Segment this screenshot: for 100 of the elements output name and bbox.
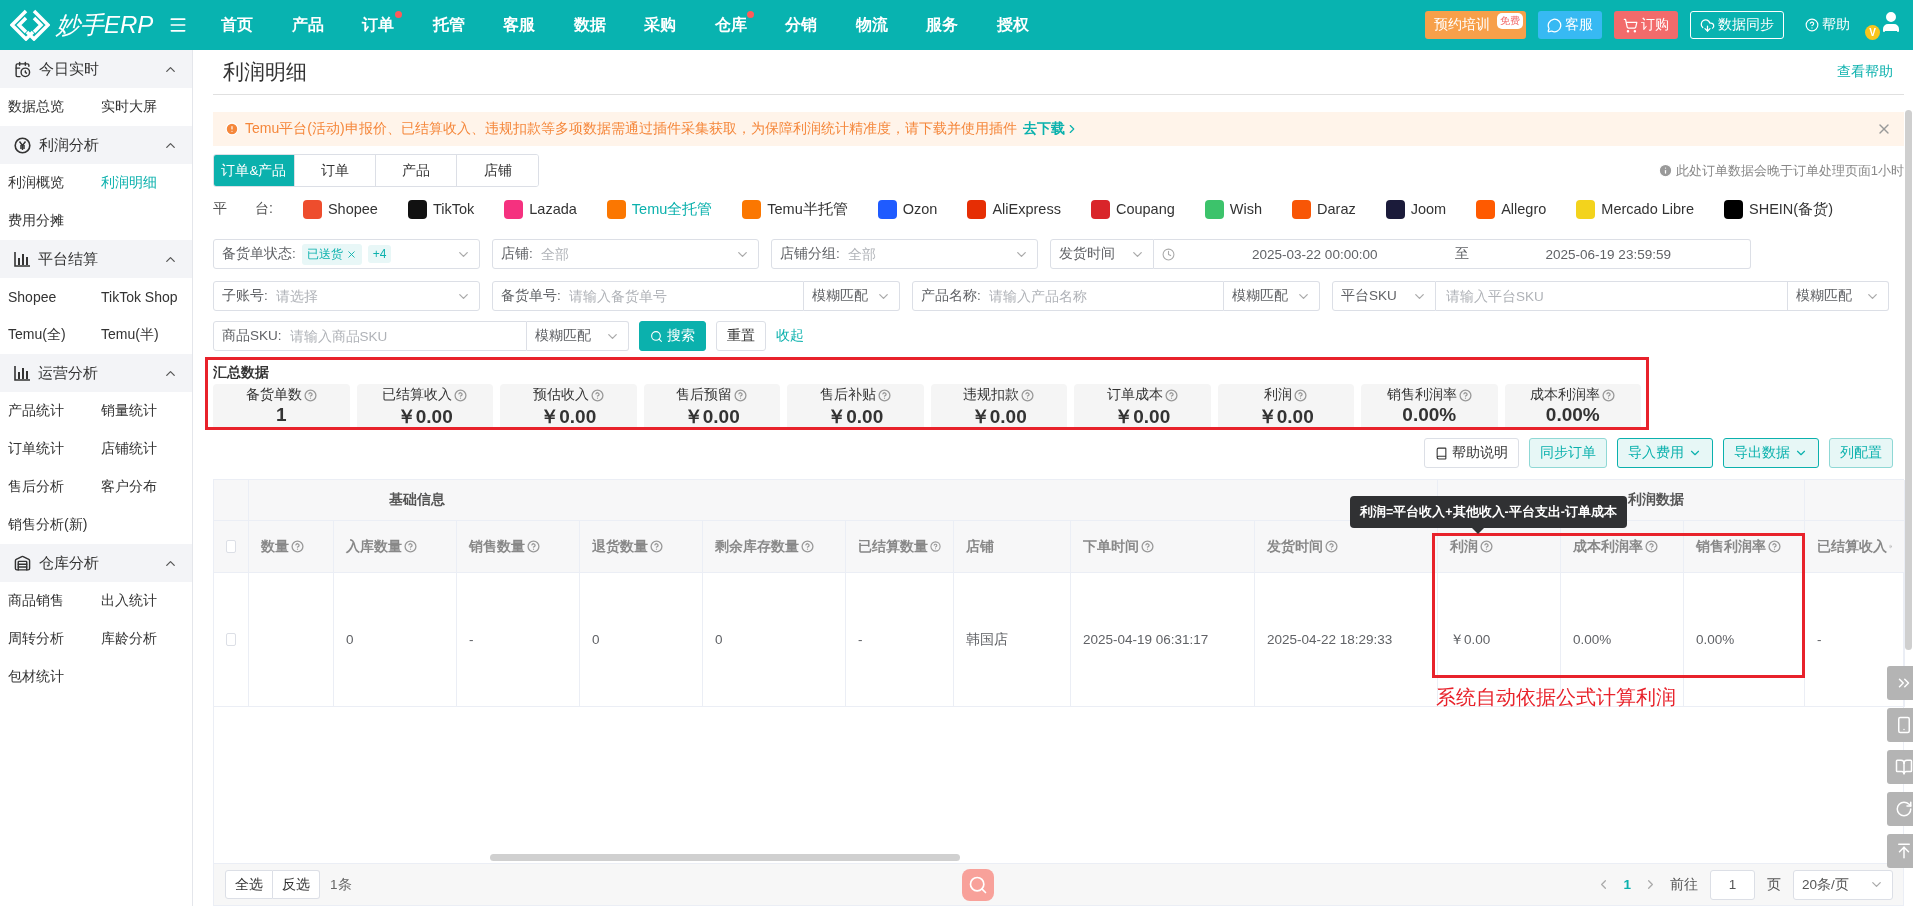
page-unit: 页 bbox=[1767, 875, 1781, 894]
sidebar-item[interactable]: Temu(全) bbox=[8, 316, 101, 354]
sidebar-group-header[interactable]: 平台结算 bbox=[0, 240, 192, 278]
card-value: ￥0.00 bbox=[827, 405, 884, 429]
sidebar-item[interactable]: 库龄分析 bbox=[101, 620, 192, 658]
invert-selection-button[interactable]: 反选 bbox=[273, 870, 320, 899]
sub-account-select[interactable]: 子账号: 请选择 bbox=[213, 281, 480, 311]
clock-icon bbox=[1162, 247, 1175, 261]
sidebar-item[interactable]: 店铺统计 bbox=[101, 430, 192, 468]
platform-option[interactable]: Lazada bbox=[504, 199, 577, 219]
platform-option[interactable]: Allegro bbox=[1476, 199, 1547, 219]
book-icon bbox=[1895, 758, 1913, 776]
sidebar-item[interactable]: Shopee bbox=[8, 278, 101, 316]
match-select[interactable]: 模糊匹配 bbox=[804, 281, 900, 311]
text-input[interactable]: 请输入平台SKU bbox=[1444, 287, 1779, 305]
match-select[interactable]: 模糊匹配 bbox=[1788, 281, 1889, 311]
help-icon bbox=[1021, 388, 1035, 402]
expand-button[interactable] bbox=[1887, 666, 1913, 700]
sidebar-group-header[interactable]: 今日实时 bbox=[0, 50, 192, 88]
toolbar-button[interactable]: 帮助说明 bbox=[1424, 438, 1519, 468]
help-icon bbox=[1458, 388, 1472, 402]
help-icon bbox=[1805, 18, 1819, 32]
table-cell: 0 bbox=[703, 573, 846, 707]
refresh-button[interactable] bbox=[1887, 792, 1913, 826]
sidebar-item[interactable]: 周转分析 bbox=[8, 620, 101, 658]
goto-label: 前往 bbox=[1670, 875, 1698, 894]
sidebar-item[interactable]: 包材统计 bbox=[8, 658, 101, 696]
search-float-button[interactable] bbox=[962, 869, 994, 901]
platform-option[interactable]: SHEIN(备货) bbox=[1724, 199, 1833, 219]
platform-option[interactable]: Coupang bbox=[1090, 199, 1175, 219]
column-header: 下单时间 bbox=[1083, 537, 1139, 556]
platform-option[interactable]: Daraz bbox=[1292, 199, 1356, 219]
column-header: 销售数量 bbox=[469, 537, 525, 556]
platform-option[interactable]: AliExpress bbox=[967, 199, 1061, 219]
sidebar-item[interactable]: 订单统计 bbox=[8, 430, 101, 468]
card-label: 利润 bbox=[1264, 386, 1308, 404]
date-type-select[interactable]: 发货时间 bbox=[1050, 239, 1154, 269]
product-sku-field[interactable]: 商品SKU: 请输入商品SKU bbox=[213, 321, 527, 351]
sidebar-item[interactable]: 售后分析 bbox=[8, 468, 101, 506]
free-badge: 免费 bbox=[1497, 13, 1523, 29]
sidebar-group-header[interactable]: 利润分析 bbox=[0, 126, 192, 164]
page-input[interactable]: 1 bbox=[1710, 869, 1755, 900]
text-input[interactable]: 全部 bbox=[845, 245, 1008, 263]
text-input[interactable]: 请输入备货单号 bbox=[566, 287, 795, 305]
summary-title: 汇总数据 bbox=[213, 364, 270, 382]
platform-sku-field[interactable]: 请输入平台SKU bbox=[1436, 281, 1788, 311]
column-header: 销售利润率 bbox=[1696, 537, 1766, 556]
stock-number-field[interactable]: 备货单号: 请输入备货单号 bbox=[492, 281, 804, 311]
card-label: 预估收入 bbox=[532, 386, 604, 404]
platform-option[interactable]: Mercado Libre bbox=[1576, 199, 1694, 219]
match-select[interactable]: 模糊匹配 bbox=[527, 321, 629, 351]
help-book-button[interactable] bbox=[1887, 750, 1913, 784]
sku-type-select[interactable]: 平台SKU bbox=[1332, 281, 1436, 311]
sidebar-group-header[interactable]: 运营分析 bbox=[0, 354, 192, 392]
sidebar-item[interactable]: Temu(半) bbox=[101, 316, 192, 354]
sidebar-item[interactable]: 产品统计 bbox=[8, 392, 101, 430]
sidebar-item[interactable]: 数据总览 bbox=[8, 88, 101, 126]
select-all-button[interactable]: 全选 bbox=[225, 870, 273, 899]
store-group-select[interactable]: 店铺分组: 全部 bbox=[771, 239, 1038, 269]
sidebar-item[interactable]: 利润概览 bbox=[8, 164, 101, 202]
yen-circle-icon bbox=[14, 136, 31, 154]
mobile-button[interactable] bbox=[1887, 708, 1913, 742]
text-input[interactable]: 全部 bbox=[538, 245, 729, 263]
remove-icon[interactable] bbox=[345, 248, 357, 260]
product-name-field[interactable]: 产品名称: 请输入产品名称 bbox=[912, 281, 1224, 311]
card-value: 1 bbox=[275, 404, 287, 426]
checkbox[interactable] bbox=[226, 633, 236, 646]
sidebar-item[interactable]: 出入统计 bbox=[101, 582, 192, 620]
column-header: 已结算数量 bbox=[858, 537, 928, 556]
text-input[interactable]: 请输入产品名称 bbox=[986, 287, 1215, 305]
text-input[interactable]: 请输入商品SKU bbox=[287, 327, 518, 345]
sidebar-item[interactable]: 销量统计 bbox=[101, 392, 192, 430]
checkbox[interactable] bbox=[226, 540, 236, 553]
match-select[interactable]: 模糊匹配 bbox=[1224, 281, 1320, 311]
card-value: ￥0.00 bbox=[1257, 405, 1314, 429]
sidebar-item[interactable]: 销售分析(新) bbox=[8, 506, 101, 544]
platform-option[interactable]: Temu半托管 bbox=[742, 199, 848, 219]
text-input[interactable]: 请选择 bbox=[273, 287, 450, 305]
platform-option[interactable]: TikTok bbox=[407, 199, 475, 219]
platform-option[interactable]: Wish bbox=[1204, 199, 1263, 219]
column-header: 发货时间 bbox=[1267, 537, 1323, 556]
date-range-field[interactable]: 2025-03-22 00:00:00 至 2025-06-19 23:59:59 bbox=[1154, 239, 1751, 269]
sidebar-item[interactable]: 费用分摊 bbox=[8, 202, 101, 240]
sidebar-group-header[interactable]: 仓库分析 bbox=[0, 544, 192, 582]
sidebar-item[interactable]: 商品销售 bbox=[8, 582, 101, 620]
sidebar-item[interactable]: TikTok Shop bbox=[101, 278, 192, 316]
calendar-clock-icon bbox=[14, 60, 31, 78]
card-value: 0.00% bbox=[1545, 404, 1600, 426]
platform-option[interactable]: Shopee bbox=[302, 199, 378, 219]
status-select[interactable]: 备货单状态: 已送货 +4 bbox=[213, 239, 480, 269]
page-size-select[interactable]: 20条/页 bbox=[1793, 869, 1893, 900]
platform-option[interactable]: Joom bbox=[1385, 199, 1447, 219]
platform-option[interactable]: Ozon bbox=[877, 199, 938, 219]
reset-button[interactable]: 重置 bbox=[716, 321, 766, 351]
store-select[interactable]: 店铺: 全部 bbox=[492, 239, 759, 269]
menu-icon[interactable] bbox=[168, 15, 188, 35]
sidebar-item[interactable]: 客户分布 bbox=[101, 468, 192, 506]
back-to-top-button[interactable] bbox=[1887, 834, 1913, 868]
sidebar-item[interactable]: 实时大屏 bbox=[101, 88, 192, 126]
column-header: 退货数量 bbox=[592, 537, 648, 556]
